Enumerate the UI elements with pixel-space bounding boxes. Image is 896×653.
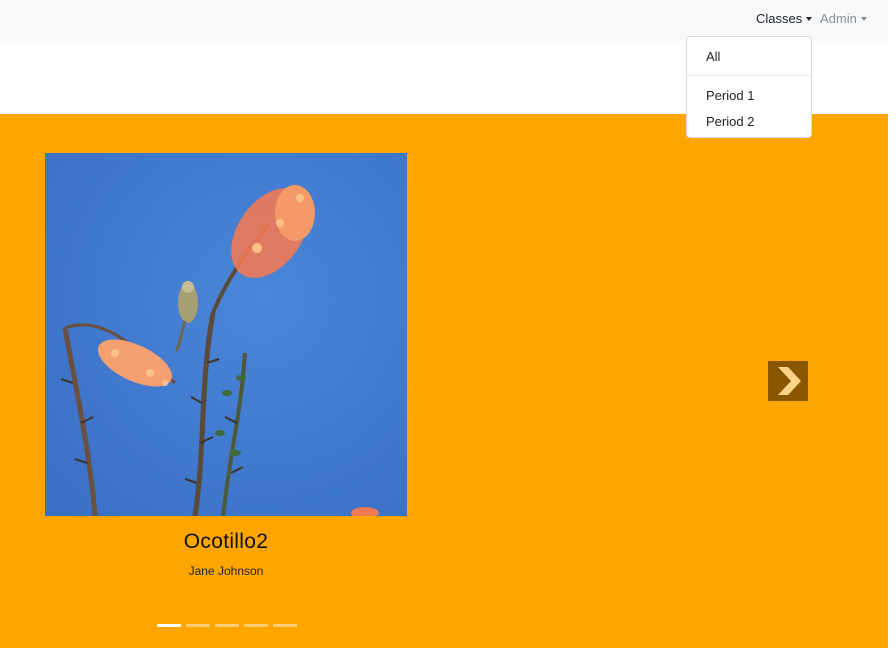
classes-label: Classes — [756, 11, 803, 26]
slide-image — [45, 153, 407, 516]
menu-item-period-2[interactable]: Period 2 — [706, 114, 754, 130]
caret-down-icon — [806, 17, 813, 21]
ocotillo-bird-photo — [45, 153, 407, 516]
classes-dropdown-toggle[interactable]: Classes — [756, 11, 813, 27]
admin-dropdown-toggle[interactable]: Admin — [820, 11, 867, 27]
slide-author: Jane Johnson — [188, 564, 264, 578]
carousel-next-button[interactable] — [768, 361, 808, 401]
carousel-indicator[interactable] — [186, 624, 210, 627]
carousel-indicator[interactable] — [244, 624, 268, 627]
menu-divider — [687, 75, 811, 76]
carousel-indicator[interactable] — [157, 624, 181, 627]
classes-dropdown-menu: All Period 1 Period 2 — [686, 36, 812, 138]
carousel: Ocotillo2 Jane Johnson — [0, 114, 888, 648]
chevron-right-icon — [778, 367, 801, 395]
carousel-indicator[interactable] — [273, 624, 297, 627]
carousel-indicator[interactable] — [215, 624, 239, 627]
caret-down-icon — [860, 17, 867, 21]
navbar: Classes Admin — [0, 0, 888, 41]
menu-item-all[interactable]: All — [706, 49, 720, 65]
menu-item-period-1[interactable]: Period 1 — [706, 88, 754, 104]
admin-label: Admin — [820, 11, 857, 26]
slide-title: Ocotillo2 — [183, 530, 269, 553]
